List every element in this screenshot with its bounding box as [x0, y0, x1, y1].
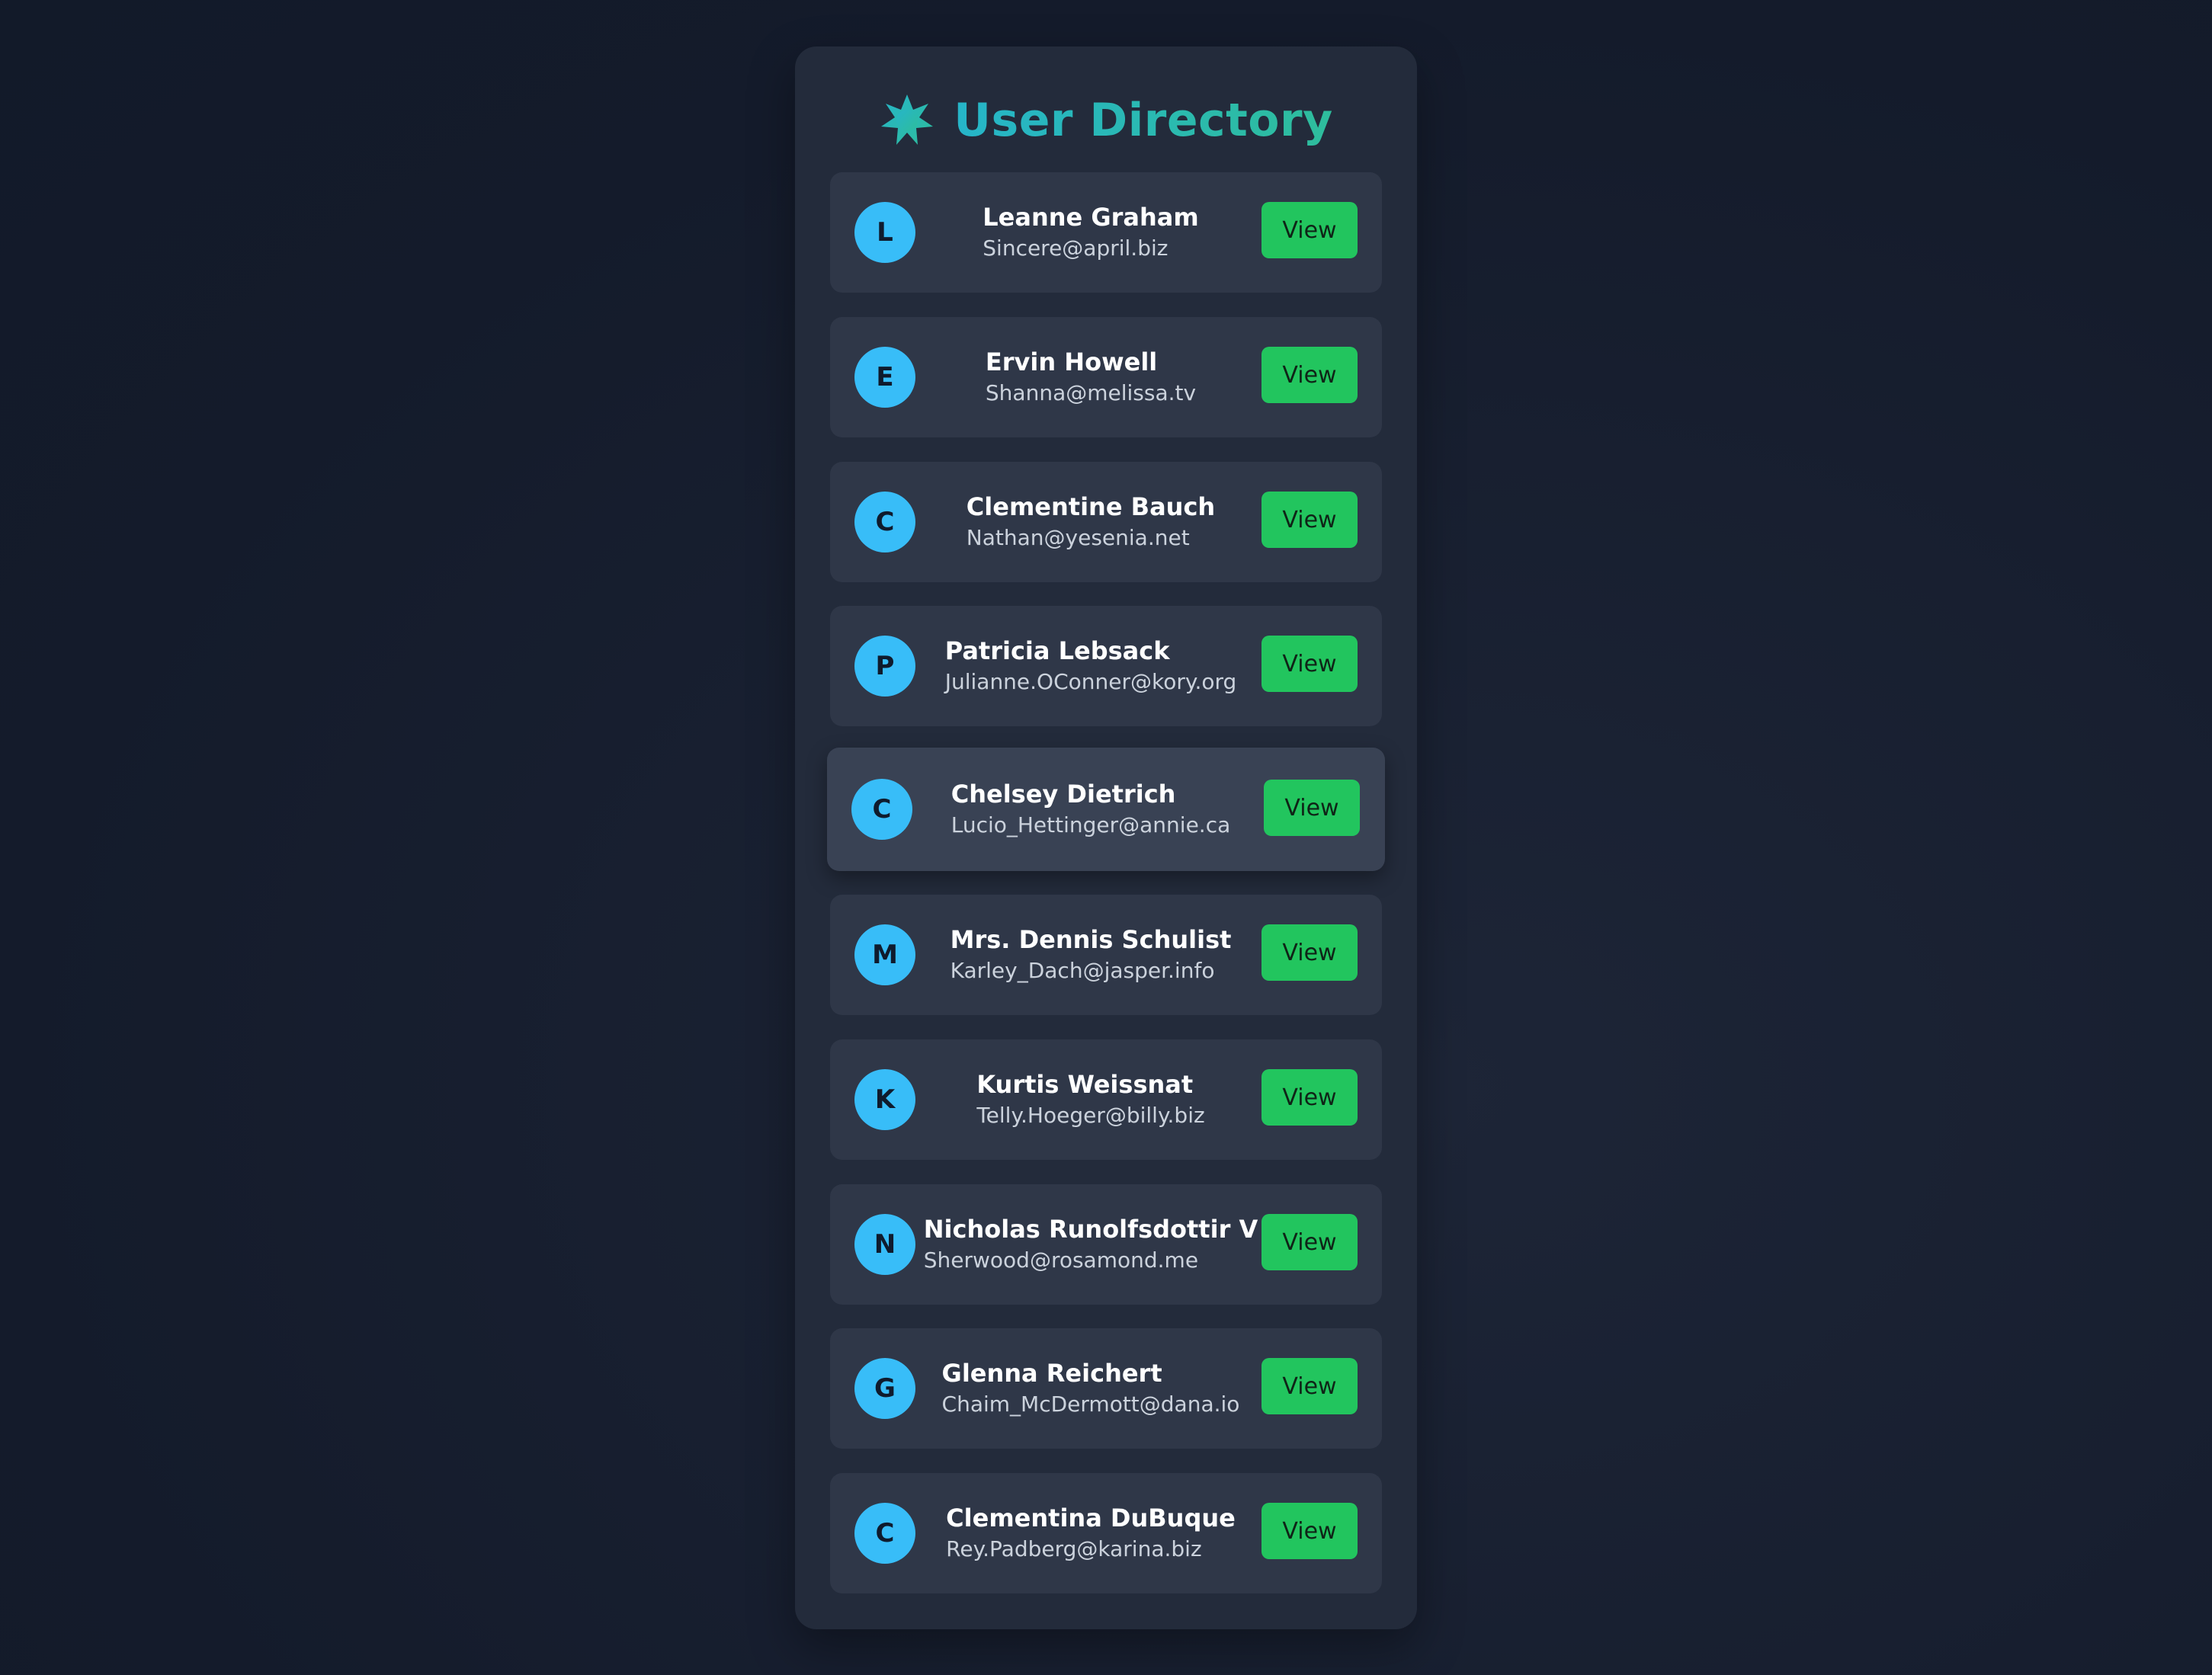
avatar: L [854, 202, 915, 263]
view-button[interactable]: View [1261, 636, 1358, 692]
user-name: Glenna Reichert [941, 1359, 1162, 1388]
view-button[interactable]: View [1261, 347, 1358, 403]
user-card: E Ervin Howell Shanna@melissa.tv View [830, 317, 1382, 437]
user-info-text: Mrs. Dennis Schulist Karley_Dach@jasper.i… [951, 924, 1232, 986]
avatar: G [854, 1358, 915, 1419]
user-card: G Glenna Reichert Chaim_McDermott@dana.io V… [830, 1328, 1382, 1449]
asterisk-star-icon [879, 92, 935, 149]
user-email: Telly.Hoeger@billy.biz [976, 1103, 1205, 1128]
user-name: Leanne Graham [983, 203, 1199, 232]
user-name: Mrs. Dennis Schulist [950, 925, 1232, 954]
user-info-text: Chelsey Dietrich Lucio_Hettinger@annie.ca [951, 778, 1231, 841]
user-info-text: Kurtis Weissnat Telly.Hoeger@billy.biz [976, 1068, 1204, 1131]
user-name: Kurtis Weissnat [976, 1070, 1194, 1099]
user-info: Chelsey Dietrich Lucio_Hettinger@annie.ca [926, 748, 1255, 871]
view-button[interactable]: View [1261, 492, 1358, 548]
user-info-text: Clementina DuBuque Rey.Padberg@karina.biz [946, 1502, 1236, 1565]
user-email: Julianne.OConner@kory.org [944, 669, 1237, 694]
user-name: Nicholas Runolfsdottir V [923, 1215, 1258, 1244]
view-button[interactable]: View [1261, 202, 1358, 258]
user-info: Glenna Reichert Chaim_McDermott@dana.io [929, 1328, 1252, 1449]
user-email: Chaim_McDermott@dana.io [941, 1392, 1240, 1417]
user-card: C Chelsey Dietrich Lucio_Hettinger@annie.c… [827, 748, 1385, 871]
avatar: N [854, 1214, 915, 1275]
avatar: K [854, 1069, 915, 1130]
user-info: Mrs. Dennis Schulist Karley_Dach@jasper.i… [929, 895, 1252, 1015]
user-email: Nathan@yesenia.net [966, 525, 1190, 550]
user-info-text: Nicholas Runolfsdottir V Sherwood@rosamon… [924, 1213, 1258, 1276]
user-email: Sherwood@rosamond.me [923, 1247, 1199, 1273]
user-info-text: Leanne Graham Sincere@april.biz [983, 201, 1198, 264]
avatar: P [854, 636, 915, 697]
view-button[interactable]: View [1261, 924, 1358, 981]
user-info: Leanne Graham Sincere@april.biz [929, 172, 1252, 293]
user-name: Ervin Howell [985, 347, 1158, 376]
user-name: Clementina DuBuque [946, 1504, 1236, 1532]
user-info: Clementine Bauch Nathan@yesenia.net [929, 462, 1252, 582]
user-info: Clementina DuBuque Rey.Padberg@karina.biz [929, 1473, 1252, 1593]
user-card: C Clementina DuBuque Rey.Padberg@karina.bi… [830, 1473, 1382, 1593]
user-card: N Nicholas Runolfsdottir V Sherwood@rosamo… [830, 1184, 1382, 1305]
user-info: Nicholas Runolfsdottir V Sherwood@rosamon… [924, 1184, 1258, 1305]
view-button[interactable]: View [1261, 1214, 1358, 1270]
user-email: Sincere@april.biz [983, 235, 1169, 261]
user-email: Shanna@melissa.tv [985, 380, 1197, 405]
user-card: L Leanne Graham Sincere@april.biz View [830, 172, 1382, 293]
user-info: Patricia Lebsack Julianne.OConner@kory.or… [929, 606, 1252, 726]
avatar: E [854, 347, 915, 408]
user-email: Rey.Padberg@karina.biz [946, 1536, 1202, 1561]
user-info: Kurtis Weissnat Telly.Hoeger@billy.biz [929, 1039, 1252, 1160]
user-name: Chelsey Dietrich [951, 780, 1176, 809]
view-button[interactable]: View [1261, 1503, 1358, 1559]
avatar: C [854, 492, 915, 552]
header: User Directory [795, 86, 1417, 155]
user-info-text: Glenna Reichert Chaim_McDermott@dana.io [942, 1357, 1240, 1420]
user-directory-panel: User Directory L Leanne Graham Sincere@apr… [795, 46, 1417, 1629]
page-title: User Directory [954, 94, 1333, 147]
user-card: C Clementine Bauch Nathan@yesenia.net View [830, 462, 1382, 582]
user-card: P Patricia Lebsack Julianne.OConner@kory.o… [830, 606, 1382, 726]
user-email: Lucio_Hettinger@annie.ca [951, 812, 1231, 838]
avatar: M [854, 924, 915, 985]
user-card: K Kurtis Weissnat Telly.Hoeger@billy.biz Vi… [830, 1039, 1382, 1160]
user-name: Patricia Lebsack [944, 636, 1170, 665]
view-button[interactable]: View [1261, 1069, 1358, 1126]
user-card: M Mrs. Dennis Schulist Karley_Dach@jasper.… [830, 895, 1382, 1015]
user-info-text: Clementine Bauch Nathan@yesenia.net [967, 491, 1215, 553]
user-info-text: Patricia Lebsack Julianne.OConner@kory.or… [945, 635, 1237, 697]
avatar: C [854, 1503, 915, 1564]
avatar: C [851, 779, 912, 840]
user-name: Clementine Bauch [966, 492, 1216, 521]
view-button[interactable]: View [1264, 780, 1360, 836]
user-info-text: Ervin Howell Shanna@melissa.tv [986, 346, 1196, 408]
view-button[interactable]: View [1261, 1358, 1358, 1414]
user-email: Karley_Dach@jasper.info [950, 958, 1215, 983]
user-info: Ervin Howell Shanna@melissa.tv [929, 317, 1252, 437]
